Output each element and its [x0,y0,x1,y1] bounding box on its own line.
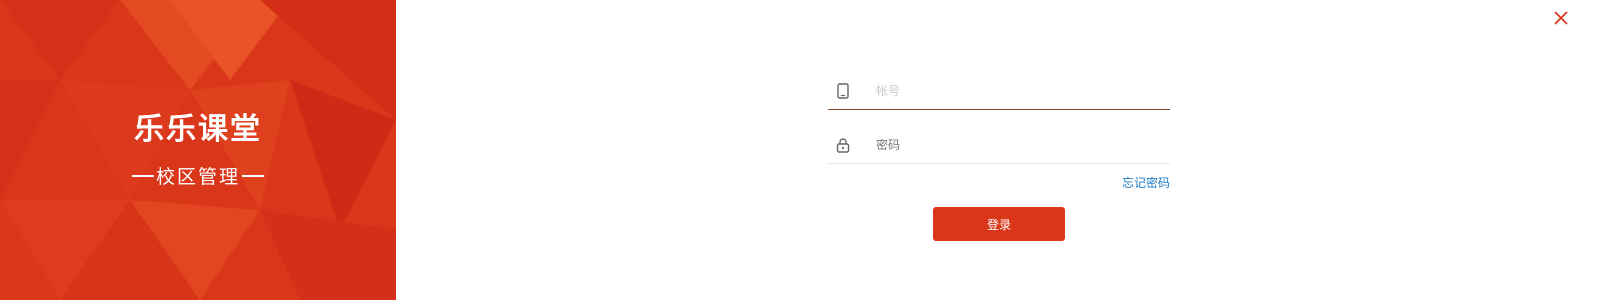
password-field [828,126,1170,164]
forgot-password-link[interactable]: 忘记密码 [828,174,1170,191]
password-input[interactable] [876,137,1156,152]
subtitle-dash-right [242,174,264,177]
close-icon[interactable] [1552,9,1570,27]
login-page: 乐乐课堂 校区管理 帐号 忘记密码 登录 [0,0,1600,300]
brand-subtitle: 校区管理 [0,162,396,189]
brand-panel: 乐乐课堂 校区管理 [0,0,396,300]
login-button[interactable]: 登录 [933,207,1065,241]
phone-icon [836,82,850,99]
brand-subtitle-text: 校区管理 [155,166,240,188]
account-input[interactable] [876,83,1156,98]
account-field [828,72,1170,110]
lock-icon [836,137,850,153]
login-form: 忘记密码 登录 [828,72,1170,241]
brand-text: 乐乐课堂 校区管理 [0,110,396,189]
brand-name: 乐乐课堂 [134,112,262,147]
subtitle-dash-left [131,174,154,177]
